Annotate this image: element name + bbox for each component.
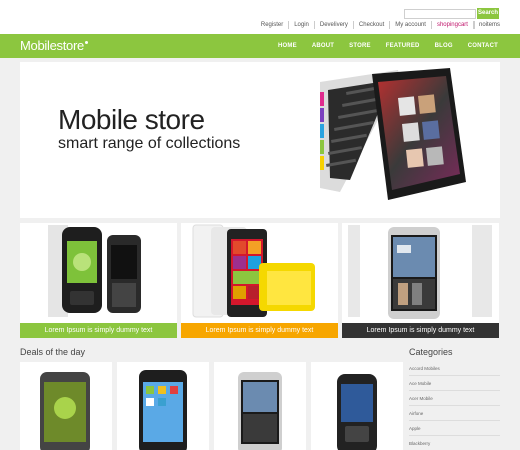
- phone-image-htc: [348, 225, 492, 319]
- product-tile[interactable]: Lorem Ipsum is simply dummy text: [20, 223, 177, 338]
- product-tile[interactable]: Lorem Ipsum is simply dummy text: [342, 223, 499, 338]
- deal-card[interactable]: [117, 362, 209, 450]
- hero-banner: Mobile store smart range of collections: [20, 62, 500, 218]
- phone-image-deal: [238, 372, 282, 450]
- tile-caption[interactable]: Lorem Ipsum is simply dummy text: [181, 323, 338, 338]
- category-item[interactable]: Apple: [409, 421, 500, 436]
- logo-dot: [84, 41, 88, 44]
- main-nav: Mobilestore HOME ABOUT STORE FEATURED BL…: [0, 34, 520, 58]
- cart-count: noitems: [473, 21, 500, 29]
- slider-phone-image: [320, 68, 466, 200]
- phone-image-deal: [337, 374, 377, 450]
- category-list: Accord Mobiles Ace Mobile Acer Mobile Ai…: [409, 361, 500, 450]
- product-tile[interactable]: Lorem Ipsum is simply dummy text: [181, 223, 338, 338]
- tile-caption[interactable]: Lorem Ipsum is simply dummy text: [342, 323, 499, 338]
- hero-subtitle: smart range of collections: [58, 135, 241, 152]
- search-button[interactable]: Search: [477, 8, 499, 19]
- search-input[interactable]: [404, 9, 476, 19]
- delivery-link[interactable]: Develivery: [315, 21, 354, 29]
- my-account-link[interactable]: My account: [390, 21, 432, 29]
- deal-card[interactable]: [20, 362, 112, 450]
- category-item[interactable]: Ace Mobile: [409, 376, 500, 391]
- shopping-cart-link[interactable]: shopingcart: [432, 21, 474, 29]
- login-link[interactable]: Login: [289, 21, 315, 29]
- phone-image-touch: [48, 225, 141, 317]
- categories-heading: Categories: [409, 347, 453, 357]
- deal-card[interactable]: [311, 362, 403, 450]
- nav-home[interactable]: HOME: [278, 43, 297, 49]
- category-item[interactable]: Acer Mobile: [409, 391, 500, 406]
- phone-image-lumia: [192, 224, 315, 318]
- deal-card[interactable]: [214, 362, 306, 450]
- register-link[interactable]: Register: [256, 21, 290, 29]
- nav-featured[interactable]: FEATURED: [386, 43, 420, 49]
- tile-caption[interactable]: Lorem Ipsum is simply dummy text: [20, 323, 177, 338]
- site-logo[interactable]: Mobilestore: [20, 38, 88, 53]
- logo-text-mobile: Mobile: [20, 38, 57, 53]
- category-item[interactable]: Blackberry: [409, 436, 500, 450]
- nav-store[interactable]: STORE: [349, 43, 371, 49]
- phone-image-deal: [40, 372, 90, 450]
- category-item[interactable]: Accord Mobiles: [409, 361, 500, 376]
- category-item[interactable]: Airfone: [409, 406, 500, 421]
- nav-links: HOME ABOUT STORE FEATURED BLOG CONTACT: [263, 34, 498, 58]
- phone-image-deal: [139, 370, 187, 450]
- account-links: Register Login Develivery Checkout My ac…: [256, 21, 500, 29]
- checkout-link[interactable]: Checkout: [354, 21, 391, 29]
- nav-blog[interactable]: BLOG: [435, 43, 453, 49]
- deals-heading: Deals of the day: [20, 347, 86, 357]
- hero-title: Mobile store: [58, 104, 205, 135]
- logo-text-store: store: [56, 38, 85, 53]
- nav-contact[interactable]: CONTACT: [468, 43, 498, 49]
- nav-about[interactable]: ABOUT: [312, 43, 334, 49]
- top-bar: Search Register Login Develivery Checkou…: [0, 0, 520, 34]
